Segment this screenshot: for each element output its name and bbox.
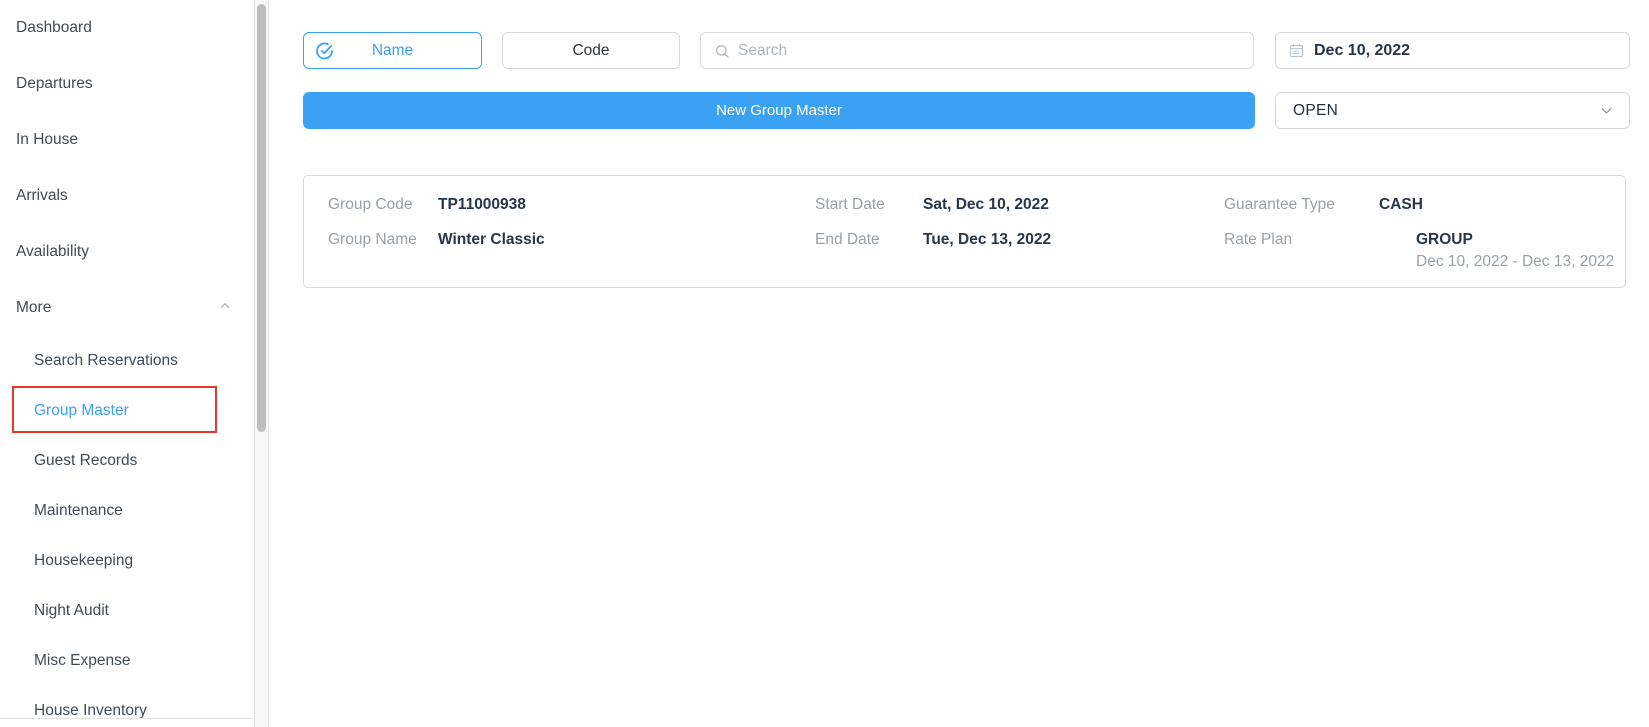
search-input[interactable] bbox=[738, 42, 1253, 60]
sidebar-item-housekeeping[interactable]: Housekeeping bbox=[0, 536, 254, 586]
search-field bbox=[700, 32, 1254, 69]
sidebar-item-house-inventory[interactable]: House Inventory bbox=[0, 686, 254, 719]
sidebar-item-guest-records[interactable]: Guest Records bbox=[0, 436, 254, 486]
sidebar-item-departures[interactable]: Departures bbox=[0, 56, 254, 112]
sidebar-item-label: House Inventory bbox=[34, 702, 147, 719]
rate-plan-dates: Dec 10, 2022 - Dec 13, 2022 bbox=[1416, 253, 1614, 271]
sidebar-item-label: Misc Expense bbox=[34, 652, 130, 670]
status-filter-value: OPEN bbox=[1293, 102, 1338, 120]
group-master-page: Dashboard Departures In House Arrivals A… bbox=[0, 0, 1649, 727]
date-picker-value: Dec 10, 2022 bbox=[1314, 42, 1410, 60]
search-icon bbox=[714, 43, 730, 59]
sidebar-scrollbar-thumb[interactable] bbox=[257, 4, 266, 432]
group-code-label: Group Code bbox=[328, 196, 412, 214]
sidebar-item-label: Guest Records bbox=[34, 452, 137, 470]
sidebar-item-label: More bbox=[16, 299, 51, 317]
sidebar-item-label: Maintenance bbox=[34, 502, 123, 520]
name-filter-label: Name bbox=[372, 42, 413, 60]
sidebar-item-label: Housekeeping bbox=[34, 552, 133, 570]
group-code-value: TP11000938 bbox=[438, 196, 526, 214]
group-master-card[interactable]: Group Code TP11000938 Group Name Winter … bbox=[303, 175, 1626, 288]
end-date-label: End Date bbox=[815, 231, 880, 249]
sidebar-item-arrivals[interactable]: Arrivals bbox=[0, 168, 254, 224]
sidebar-item-label: Group Master bbox=[34, 402, 129, 420]
sidebar-item-in-house[interactable]: In House bbox=[0, 112, 254, 168]
chevron-down-icon bbox=[1598, 102, 1615, 119]
sidebar-item-label: Night Audit bbox=[34, 602, 109, 620]
sidebar-item-label: Arrivals bbox=[16, 187, 68, 205]
name-filter-button[interactable]: Name bbox=[303, 32, 482, 69]
new-group-master-button[interactable]: New Group Master bbox=[303, 92, 1255, 129]
guarantee-type-value: CASH bbox=[1379, 196, 1423, 214]
sidebar-item-group-master[interactable]: Group Master bbox=[0, 386, 254, 436]
chevron-up-icon bbox=[218, 299, 232, 318]
code-filter-label: Code bbox=[572, 42, 609, 60]
sidebar-item-label: Search Reservations bbox=[34, 352, 178, 370]
group-name-value: Winter Classic bbox=[438, 231, 545, 249]
rate-plan-value: GROUP bbox=[1416, 231, 1473, 249]
sidebar-item-label: Availability bbox=[16, 243, 89, 261]
sidebar-scrollbar-track[interactable] bbox=[254, 0, 269, 727]
sidebar-item-label: Departures bbox=[16, 75, 93, 93]
sidebar: Dashboard Departures In House Arrivals A… bbox=[0, 0, 254, 719]
sidebar-item-availability[interactable]: Availability bbox=[0, 224, 254, 280]
sidebar-item-search-reservations[interactable]: Search Reservations bbox=[0, 336, 254, 386]
sidebar-item-dashboard[interactable]: Dashboard bbox=[0, 0, 254, 56]
end-date-value: Tue, Dec 13, 2022 bbox=[923, 231, 1051, 249]
sidebar-item-label: In House bbox=[16, 131, 78, 149]
start-date-value: Sat, Dec 10, 2022 bbox=[923, 196, 1049, 214]
sidebar-item-maintenance[interactable]: Maintenance bbox=[0, 486, 254, 536]
start-date-label: Start Date bbox=[815, 196, 885, 214]
sidebar-item-label: Dashboard bbox=[16, 19, 92, 37]
status-filter-select[interactable]: OPEN bbox=[1275, 92, 1630, 129]
sidebar-item-more[interactable]: More bbox=[0, 280, 254, 336]
group-name-label: Group Name bbox=[328, 231, 417, 249]
sidebar-item-night-audit[interactable]: Night Audit bbox=[0, 586, 254, 636]
sidebar-item-misc-expense[interactable]: Misc Expense bbox=[0, 636, 254, 686]
date-picker[interactable]: Dec 10, 2022 bbox=[1275, 32, 1630, 69]
rate-plan-label: Rate Plan bbox=[1224, 231, 1292, 249]
new-group-master-label: New Group Master bbox=[716, 102, 842, 119]
code-filter-button[interactable]: Code bbox=[502, 32, 680, 69]
calendar-icon bbox=[1288, 42, 1305, 59]
guarantee-type-label: Guarantee Type bbox=[1224, 196, 1335, 214]
check-circle-icon bbox=[315, 41, 334, 60]
